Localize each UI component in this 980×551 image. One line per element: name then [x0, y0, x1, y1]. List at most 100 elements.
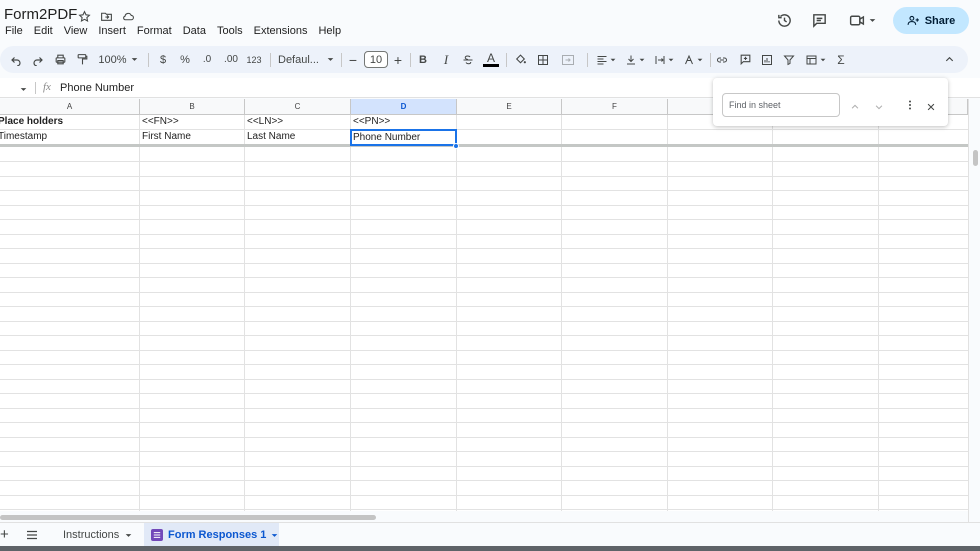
grid-line — [0, 306, 968, 307]
add-sheet-button[interactable]: + — [0, 526, 9, 543]
spreadsheet-grid[interactable]: A B C D E F Place holders <<FN>> <<LN>> … — [0, 99, 968, 511]
paint-format-icon[interactable] — [74, 46, 90, 73]
move-folder-icon[interactable] — [98, 8, 114, 24]
star-icon[interactable] — [76, 8, 92, 24]
cell-b2[interactable]: First Name — [140, 130, 244, 144]
undo-icon[interactable] — [8, 46, 24, 73]
print-icon[interactable] — [52, 46, 68, 73]
version-history-icon[interactable] — [776, 12, 793, 34]
increase-decimal-button[interactable]: .00 — [222, 46, 240, 73]
share-button[interactable]: Share — [893, 7, 969, 34]
menu-data[interactable]: Data — [183, 25, 206, 37]
filter-views-icon[interactable] — [803, 46, 827, 73]
collapse-menus-icon[interactable] — [941, 46, 957, 73]
cell-b1[interactable]: <<FN>> — [140, 115, 244, 129]
insert-chart-icon[interactable] — [759, 46, 775, 73]
grid-line — [0, 219, 968, 220]
title-icons — [76, 8, 136, 24]
vertical-scrollbar[interactable] — [968, 99, 980, 523]
font-select[interactable]: Defaul... — [278, 46, 334, 73]
chevron-down-icon[interactable] — [125, 532, 132, 539]
menu-format[interactable]: Format — [137, 25, 172, 37]
font-size-decrease-button[interactable]: − — [347, 46, 359, 73]
menu-bar: File Edit View Insert Format Data Tools … — [5, 25, 352, 37]
currency-button[interactable]: $ — [157, 46, 169, 73]
grid-line — [0, 190, 968, 191]
cell-c2[interactable]: Last Name — [245, 130, 350, 144]
more-options-icon[interactable] — [905, 98, 915, 116]
menu-tools[interactable]: Tools — [217, 25, 243, 37]
column-header-d[interactable]: D — [351, 99, 457, 115]
fill-handle[interactable] — [453, 143, 459, 149]
frozen-row-divider — [0, 144, 968, 147]
fill-color-icon[interactable] — [512, 46, 528, 73]
functions-button[interactable]: Σ — [834, 46, 848, 73]
horizontal-scroll-thumb[interactable] — [0, 515, 376, 520]
insert-link-icon[interactable] — [714, 46, 730, 73]
sheet-tab-instructions[interactable]: Instructions — [52, 523, 142, 547]
comments-icon[interactable] — [811, 12, 828, 34]
redo-icon[interactable] — [30, 46, 46, 73]
find-previous-icon[interactable] — [850, 99, 860, 117]
column-header-b[interactable]: B — [140, 99, 245, 115]
grid-line — [0, 277, 968, 278]
cell-d2-selected[interactable]: Phone Number — [350, 129, 457, 146]
column-header-c[interactable]: C — [245, 99, 351, 115]
grid-line — [0, 495, 968, 496]
menu-insert[interactable]: Insert — [98, 25, 126, 37]
text-color-button[interactable]: A — [483, 46, 499, 73]
borders-icon[interactable] — [535, 46, 551, 73]
horizontal-align-icon[interactable] — [594, 46, 618, 73]
menu-extensions[interactable]: Extensions — [254, 25, 308, 37]
grid-line — [0, 161, 968, 162]
cell-d1[interactable]: <<PN>> — [351, 115, 456, 129]
merge-cells-icon[interactable] — [558, 46, 578, 73]
menu-file[interactable]: File — [5, 25, 23, 37]
grid-line — [0, 248, 968, 249]
cell-a2[interactable]: Timestamp — [0, 130, 137, 144]
text-rotation-icon[interactable] — [681, 46, 705, 73]
italic-button[interactable]: I — [440, 46, 452, 73]
toolbar-divider — [410, 53, 411, 67]
formula-input[interactable]: Phone Number — [60, 82, 134, 94]
all-sheets-icon[interactable] — [26, 530, 38, 543]
vertical-scroll-thumb[interactable] — [973, 150, 978, 166]
font-size-input[interactable]: 10 — [364, 46, 388, 73]
grid-line — [0, 509, 968, 510]
chevron-down-icon — [327, 58, 334, 61]
find-next-icon[interactable] — [874, 99, 884, 117]
column-header-a[interactable]: A — [0, 99, 140, 115]
strikethrough-icon[interactable] — [461, 46, 475, 73]
number-format-button[interactable]: 123 — [245, 46, 263, 73]
sheet-tab-form-responses[interactable]: Form Responses 1 — [144, 523, 279, 547]
insert-comment-icon[interactable] — [737, 46, 753, 73]
grid-line — [0, 466, 968, 467]
vertical-align-icon[interactable] — [623, 46, 647, 73]
formula-divider — [35, 82, 36, 94]
font-size-increase-button[interactable]: + — [392, 46, 404, 73]
meet-icon[interactable] — [848, 12, 876, 29]
top-bar: Form2PDF File Edit View Insert Format Da… — [0, 0, 980, 44]
menu-view[interactable]: View — [64, 25, 88, 37]
column-header-e[interactable]: E — [457, 99, 562, 115]
cell-c1[interactable]: <<LN>> — [245, 115, 350, 129]
close-icon[interactable] — [926, 99, 936, 117]
column-header-f[interactable]: F — [562, 99, 668, 115]
bold-button[interactable]: B — [417, 46, 429, 73]
percent-button[interactable]: % — [179, 46, 191, 73]
chevron-down-icon[interactable] — [271, 532, 278, 539]
filter-icon[interactable] — [781, 46, 797, 73]
toolbar-divider — [710, 53, 711, 67]
cloud-status-icon[interactable] — [120, 8, 136, 24]
zoom-select[interactable]: 100% — [98, 46, 138, 73]
text-wrap-icon[interactable] — [652, 46, 676, 73]
decrease-decimal-button[interactable]: .0 — [199, 46, 215, 73]
sheet-tab-label: Form Responses 1 — [168, 529, 267, 541]
grid-line — [0, 379, 968, 380]
find-input[interactable] — [722, 93, 840, 117]
menu-edit[interactable]: Edit — [34, 25, 53, 37]
cell-a1[interactable]: Place holders — [0, 115, 137, 129]
name-box-dropdown-icon[interactable] — [20, 84, 27, 96]
menu-help[interactable]: Help — [318, 25, 341, 37]
document-title[interactable]: Form2PDF — [4, 6, 77, 23]
